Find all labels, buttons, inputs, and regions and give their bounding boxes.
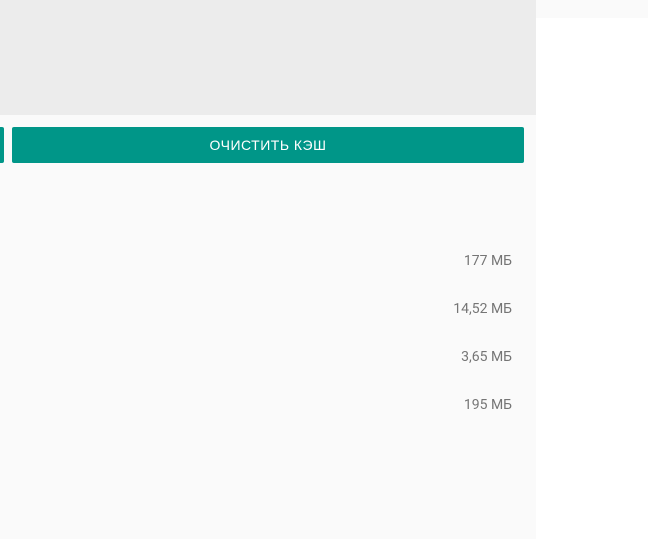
storage-value: 195 МБ bbox=[464, 397, 512, 413]
partial-button-edge[interactable] bbox=[0, 127, 4, 163]
storage-values-list: 177 МБ 14,52 МБ 3,65 МБ 195 МБ bbox=[0, 175, 536, 429]
storage-value: 3,65 МБ bbox=[461, 349, 512, 365]
storage-value-row: 14,52 МБ bbox=[0, 285, 512, 333]
storage-value-row: 3,65 МБ bbox=[0, 333, 512, 381]
clear-cache-button[interactable]: ОЧИСТИТЬ КЭШ bbox=[12, 127, 524, 163]
button-row: ОЧИСТИТЬ КЭШ bbox=[0, 115, 536, 175]
storage-value-row: 177 МБ bbox=[0, 237, 512, 285]
right-panel bbox=[536, 18, 648, 539]
storage-value: 177 МБ bbox=[464, 253, 512, 269]
clear-cache-label: ОЧИСТИТЬ КЭШ bbox=[210, 137, 327, 153]
main-panel: ОЧИСТИТЬ КЭШ 177 МБ 14,52 МБ 3,65 МБ 195… bbox=[0, 0, 536, 539]
storage-value: 14,52 МБ bbox=[453, 301, 512, 317]
top-gray-area bbox=[0, 0, 536, 115]
storage-value-row: 195 МБ bbox=[0, 381, 512, 429]
